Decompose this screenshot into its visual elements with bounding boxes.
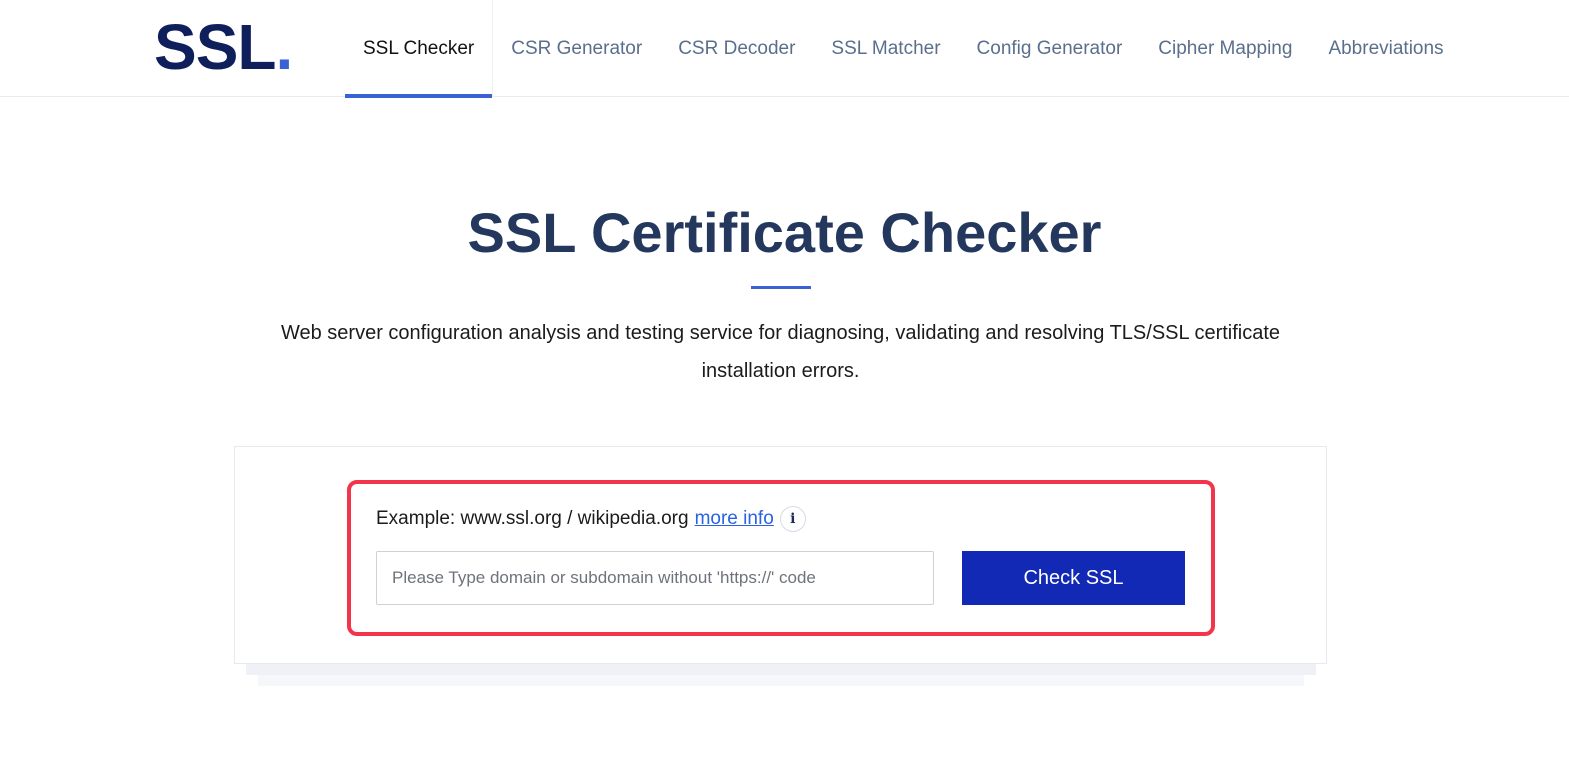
title-underline [751, 286, 811, 289]
example-text: Example: www.ssl.org / wikipedia.org [376, 508, 689, 529]
nav-cipher-mapping[interactable]: Cipher Mapping [1140, 0, 1310, 97]
nav-ssl-checker[interactable]: SSL Checker [345, 0, 494, 98]
site-header: SSL. SSL Checker CSR Generator CSR Decod… [0, 0, 1569, 98]
more-info-link[interactable]: more info [695, 508, 774, 530]
page-subtitle: Web server configuration analysis and te… [240, 314, 1321, 390]
main-nav: SSL Checker CSR Generator CSR Decoder SS… [345, 0, 1462, 98]
subtitle-line-2: installation errors. [701, 360, 860, 382]
nav-csr-decoder[interactable]: CSR Decoder [660, 0, 813, 97]
nav-abbreviations[interactable]: Abbreviations [1310, 0, 1461, 97]
nav-ssl-matcher[interactable]: SSL Matcher [813, 0, 958, 97]
info-icon[interactable]: i [779, 506, 806, 532]
nav-config-generator[interactable]: Config Generator [959, 0, 1141, 97]
page-title: SSL Certificate Checker [467, 201, 1102, 264]
site-logo[interactable]: SSL. [154, 11, 293, 83]
subtitle-line-1: Web server configuration analysis and te… [280, 322, 1281, 344]
domain-input[interactable] [376, 551, 934, 605]
logo-text: SSL [154, 11, 276, 83]
check-ssl-button[interactable]: Check SSL [962, 551, 1185, 605]
nav-csr-generator[interactable]: CSR Generator [493, 0, 660, 97]
logo-dot: . [275, 11, 293, 83]
example-hint: Example: www.ssl.org / wikipedia.org mor… [376, 506, 806, 532]
